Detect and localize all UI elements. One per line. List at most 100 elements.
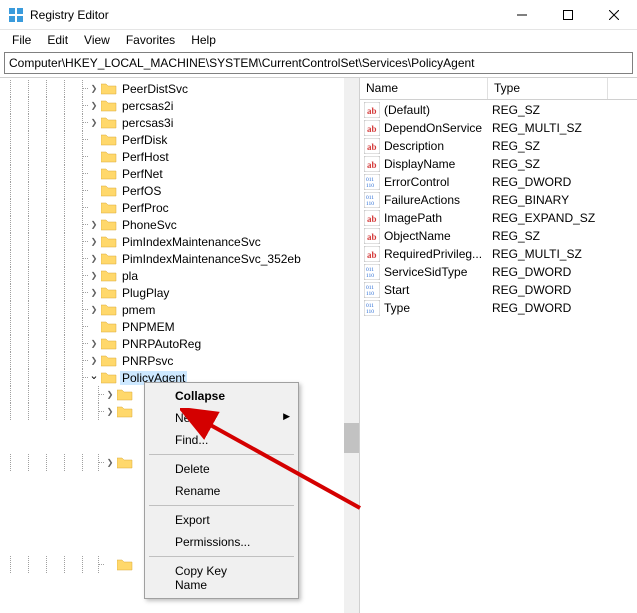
- binary-value-icon: [364, 282, 380, 298]
- address-bar[interactable]: Computer\HKEY_LOCAL_MACHINE\SYSTEM\Curre…: [4, 52, 633, 74]
- tree-item[interactable]: percsas3i: [2, 114, 359, 131]
- tree-item[interactable]: pmem: [2, 301, 359, 318]
- context-menu[interactable]: Collapse New▶Find... DeleteRename Export Per…: [144, 382, 299, 599]
- tree-item[interactable]: PerfOS: [2, 182, 359, 199]
- binary-value-icon: [364, 300, 380, 316]
- chevron-right-icon[interactable]: [88, 338, 100, 350]
- chevron-right-icon[interactable]: [88, 117, 100, 129]
- tree-item-label: PimIndexMaintenanceSvc: [120, 235, 263, 249]
- expander-none: [104, 559, 116, 571]
- list-item[interactable]: ImagePathREG_EXPAND_SZ: [360, 209, 637, 227]
- list-item[interactable]: (Default)REG_SZ: [360, 101, 637, 119]
- menu-help[interactable]: Help: [183, 31, 224, 49]
- binary-value-icon: [364, 174, 380, 190]
- list-item[interactable]: RequiredPrivileg...REG_MULTI_SZ: [360, 245, 637, 263]
- tree-item-label: PNPMEM: [120, 320, 177, 334]
- value-type: REG_DWORD: [492, 175, 571, 189]
- chevron-right-icon[interactable]: [104, 457, 116, 469]
- menu-view[interactable]: View: [76, 31, 118, 49]
- address-path: Computer\HKEY_LOCAL_MACHINE\SYSTEM\Curre…: [9, 56, 475, 70]
- tree-item-label: PerfNet: [120, 167, 165, 181]
- chevron-right-icon[interactable]: [104, 389, 116, 401]
- tree-item[interactable]: PNRPAutoReg: [2, 335, 359, 352]
- list-item[interactable]: DependOnServiceREG_MULTI_SZ: [360, 119, 637, 137]
- chevron-down-icon[interactable]: [88, 372, 100, 384]
- menu-edit[interactable]: Edit: [39, 31, 76, 49]
- context-menu-item[interactable]: Copy Key Name: [147, 560, 296, 596]
- list-item[interactable]: ErrorControlREG_DWORD: [360, 173, 637, 191]
- binary-value-icon: [364, 192, 380, 208]
- context-menu-item-label: Permissions...: [175, 535, 250, 549]
- chevron-right-icon[interactable]: [88, 236, 100, 248]
- menu-file[interactable]: File: [4, 31, 39, 49]
- context-menu-item[interactable]: Find...: [147, 429, 296, 451]
- list-item[interactable]: DisplayNameREG_SZ: [360, 155, 637, 173]
- tree-item[interactable]: PimIndexMaintenanceSvc_352eb: [2, 250, 359, 267]
- value-name: Description: [384, 139, 492, 153]
- folder-icon: [101, 99, 117, 112]
- chevron-right-icon[interactable]: [88, 304, 100, 316]
- context-menu-item[interactable]: Collapse: [147, 385, 296, 407]
- list-item[interactable]: ObjectNameREG_SZ: [360, 227, 637, 245]
- list-body[interactable]: (Default)REG_SZDependOnServiceREG_MULTI_…: [360, 100, 637, 317]
- value-type: REG_MULTI_SZ: [492, 247, 582, 261]
- list-item[interactable]: FailureActionsREG_BINARY: [360, 191, 637, 209]
- context-menu-item-label: Collapse: [175, 389, 225, 403]
- list-item[interactable]: ServiceSidTypeREG_DWORD: [360, 263, 637, 281]
- tree-item[interactable]: PNPMEM: [2, 318, 359, 335]
- list-item[interactable]: TypeREG_DWORD: [360, 299, 637, 317]
- tree-item[interactable]: PerfHost: [2, 148, 359, 165]
- tree-item[interactable]: PimIndexMaintenanceSvc: [2, 233, 359, 250]
- minimize-button[interactable]: [499, 0, 545, 30]
- tree-item[interactable]: PhoneSvc: [2, 216, 359, 233]
- tree-scrollbar-track[interactable]: [344, 78, 359, 613]
- chevron-right-icon[interactable]: [88, 219, 100, 231]
- context-menu-item[interactable]: Rename: [147, 480, 296, 502]
- value-name: ObjectName: [384, 229, 492, 243]
- tree-item-label: PimIndexMaintenanceSvc_352eb: [120, 252, 303, 266]
- list-item[interactable]: DescriptionREG_SZ: [360, 137, 637, 155]
- chevron-right-icon[interactable]: [104, 406, 116, 418]
- chevron-right-icon[interactable]: [88, 253, 100, 265]
- value-type: REG_DWORD: [492, 301, 571, 315]
- tree-item[interactable]: PeerDistSvc: [2, 80, 359, 97]
- folder-icon: [101, 184, 117, 197]
- context-menu-item[interactable]: Delete: [147, 458, 296, 480]
- chevron-right-icon[interactable]: [88, 287, 100, 299]
- list-pane[interactable]: Name Type (Default)REG_SZDependOnService…: [360, 78, 637, 613]
- list-header-type[interactable]: Type: [488, 78, 608, 99]
- tree-item[interactable]: PerfNet: [2, 165, 359, 182]
- context-menu-item[interactable]: Permissions...: [147, 531, 296, 553]
- context-menu-separator: [149, 505, 294, 506]
- list-item[interactable]: StartREG_DWORD: [360, 281, 637, 299]
- tree-item-label: percsas2i: [120, 99, 175, 113]
- list-header-name[interactable]: Name: [360, 78, 488, 99]
- folder-icon: [101, 133, 117, 146]
- menu-favorites[interactable]: Favorites: [118, 31, 183, 49]
- chevron-right-icon[interactable]: [88, 270, 100, 282]
- menu-bar: File Edit View Favorites Help: [0, 30, 637, 50]
- chevron-right-icon[interactable]: [88, 83, 100, 95]
- folder-icon: [101, 235, 117, 248]
- folder-icon: [101, 82, 117, 95]
- maximize-button[interactable]: [545, 0, 591, 30]
- tree-item-label: PerfOS: [120, 184, 163, 198]
- chevron-right-icon[interactable]: [88, 100, 100, 112]
- context-menu-separator: [149, 454, 294, 455]
- tree-item-label: PhoneSvc: [120, 218, 179, 232]
- tree-item[interactable]: percsas2i: [2, 97, 359, 114]
- tree-item[interactable]: pla: [2, 267, 359, 284]
- tree-item-label: PeerDistSvc: [120, 82, 190, 96]
- context-menu-item[interactable]: Export: [147, 509, 296, 531]
- value-type: REG_DWORD: [492, 265, 571, 279]
- chevron-right-icon[interactable]: [88, 355, 100, 367]
- folder-icon: [117, 456, 133, 469]
- context-menu-item[interactable]: New▶: [147, 407, 296, 429]
- tree-scrollbar-thumb[interactable]: [344, 423, 359, 453]
- close-button[interactable]: [591, 0, 637, 30]
- tree-item-label: PerfDisk: [120, 133, 169, 147]
- tree-item[interactable]: PerfProc: [2, 199, 359, 216]
- tree-item[interactable]: PlugPlay: [2, 284, 359, 301]
- tree-item[interactable]: PerfDisk: [2, 131, 359, 148]
- tree-item[interactable]: PNRPsvc: [2, 352, 359, 369]
